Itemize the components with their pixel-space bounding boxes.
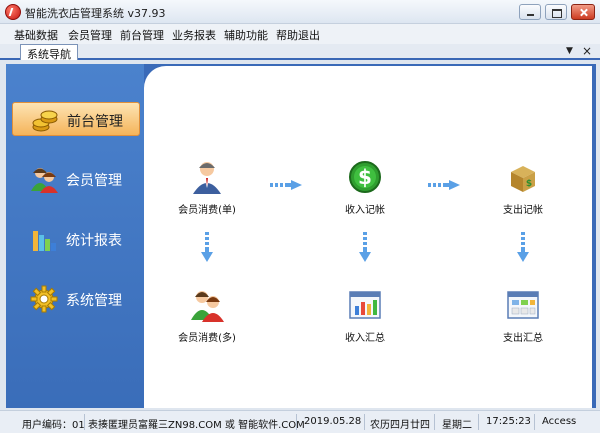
tab-dropdown-icon[interactable]: ▼ <box>566 46 573 56</box>
income-summary-node[interactable]: 收入汇总 <box>320 288 410 344</box>
node-label: 支出汇总 <box>503 333 543 344</box>
app-logo-icon <box>5 4 21 20</box>
member-consume-multi-node[interactable]: 会员消费(多) <box>162 288 252 344</box>
dollar-icon: $ <box>349 161 381 193</box>
status-divider <box>434 414 435 430</box>
maximize-button[interactable] <box>545 4 567 20</box>
status-lunar-date: 农历四月廿四 <box>370 420 430 431</box>
sidebar: 前台管理 会员管理 统计报表 系统管理 <box>6 64 144 408</box>
menu-utilities[interactable]: 辅助功能 <box>224 27 268 43</box>
node-label: 收入汇总 <box>345 333 385 344</box>
flow-arrow-down-icon <box>359 232 371 262</box>
svg-text:$: $ <box>526 179 532 189</box>
status-user-code: 用户编码：01 <box>22 420 85 431</box>
gear-icon <box>30 285 58 313</box>
svg-text:$: $ <box>358 165 372 189</box>
menu-front-desk[interactable]: 前台管理 <box>120 27 164 43</box>
node-label: 支出记帐 <box>503 205 543 216</box>
status-divider <box>84 414 85 430</box>
cashier-person-icon <box>193 162 221 194</box>
tab-system-navigation[interactable]: 系统导航 <box>20 44 78 61</box>
status-divider <box>364 414 365 430</box>
expense-table-window-icon <box>507 291 539 319</box>
status-time: 17:25:23 <box>486 416 531 427</box>
sidebar-item-front-desk[interactable]: 前台管理 <box>12 102 140 136</box>
minimize-button[interactable] <box>519 4 541 20</box>
status-weekday: 星期二 <box>442 420 472 431</box>
flow-arrow-down-icon <box>517 232 529 262</box>
node-label: 收入记帐 <box>345 205 385 216</box>
window-title: 智能洗衣店管理系统 v37.93 <box>25 7 166 20</box>
status-support-text: 表揍匿理员富羅三ZN98.COM 或 智能软件.COM <box>88 420 305 431</box>
money-box-icon: $ <box>511 166 535 192</box>
navigation-panel: 前台管理 会员管理 统计报表 系统管理 会员消费(单) $ 收入记帐 $ 支出记… <box>6 64 596 408</box>
status-divider <box>296 414 297 430</box>
flow-diagram-area: 会员消费(单) $ 收入记帐 $ 支出记帐 会员消费(多) 收入汇总 支出汇总 <box>144 66 592 408</box>
status-date: 2019.05.28 <box>304 416 362 427</box>
tab-close-icon[interactable]: × <box>582 44 592 58</box>
menu-help-exit[interactable]: 帮助退出 <box>276 27 320 43</box>
flow-arrow-down-icon <box>201 232 213 262</box>
expense-summary-node[interactable]: 支出汇总 <box>478 288 568 344</box>
members-icon <box>31 168 58 193</box>
menu-basic-data[interactable]: 基础数据 <box>14 27 58 43</box>
sidebar-item-label: 会员管理 <box>66 173 122 189</box>
income-chart-window-icon <box>349 291 381 319</box>
members-group-icon <box>191 291 224 322</box>
node-label: 会员消费(单) <box>178 205 236 216</box>
status-database: Access <box>542 416 577 427</box>
flow-arrow-right-icon <box>270 180 302 190</box>
sidebar-item-system[interactable]: 系统管理 <box>12 282 140 316</box>
coins-icon <box>32 110 58 132</box>
node-label: 会员消费(多) <box>178 333 236 344</box>
menu-member-management[interactable]: 会员管理 <box>68 27 112 43</box>
sidebar-item-label: 前台管理 <box>67 114 123 130</box>
menu-bar: 基础数据 会员管理 前台管理 业务报表 辅助功能 帮助退出 <box>0 24 600 44</box>
income-record-node[interactable]: $ 收入记帐 <box>320 160 410 216</box>
bar-chart-icon <box>33 231 56 251</box>
status-bar: 用户编码：01 表揍匿理员富羅三ZN98.COM 或 智能软件.COM 2019… <box>0 410 600 433</box>
sidebar-item-label: 系统管理 <box>66 293 122 309</box>
status-divider <box>478 414 479 430</box>
close-button[interactable] <box>571 4 595 20</box>
member-consume-single-node[interactable]: 会员消费(单) <box>162 160 252 216</box>
title-bar: 智能洗衣店管理系统 v37.93 <box>0 0 600 24</box>
sidebar-item-reports[interactable]: 统计报表 <box>12 222 140 256</box>
status-divider <box>534 414 535 430</box>
flow-arrow-right-icon <box>428 180 460 190</box>
sidebar-item-label: 统计报表 <box>66 233 122 249</box>
tab-strip: 系统导航 ▼ × <box>0 44 600 61</box>
menu-reports[interactable]: 业务报表 <box>172 27 216 43</box>
expense-record-node[interactable]: $ 支出记帐 <box>478 160 568 216</box>
sidebar-item-members[interactable]: 会员管理 <box>12 162 140 196</box>
